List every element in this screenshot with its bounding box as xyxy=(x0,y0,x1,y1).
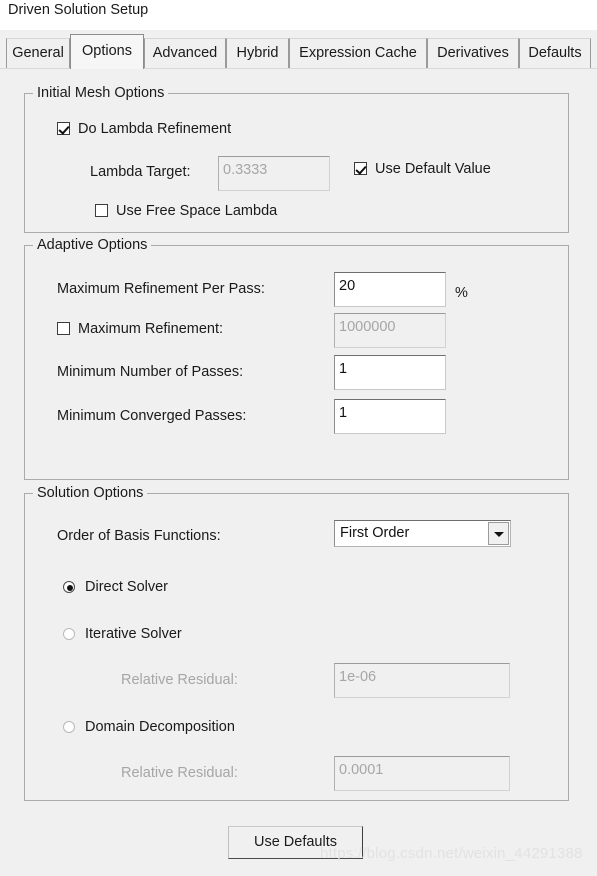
driven-solution-setup-window: Driven Solution Setup General Options Ad… xyxy=(0,0,597,876)
group-solution-options: Solution Options Order of Basis Function… xyxy=(24,485,569,801)
label-lambda-target: Lambda Target: xyxy=(90,164,191,180)
window-title-bar: Driven Solution Setup xyxy=(0,0,597,30)
checkbox-maximum-refinement-label: Maximum Refinement: xyxy=(78,321,224,337)
label-minimum-converged-passes: Minimum Converged Passes: xyxy=(57,408,247,424)
input-minimum-converged-passes[interactable]: 1 xyxy=(334,399,446,434)
use-defaults-button-label: Use Defaults xyxy=(253,834,337,850)
radio-direct-solver-label: Direct Solver xyxy=(85,579,168,595)
label-maximum-refinement-per-pass: Maximum Refinement Per Pass: xyxy=(57,281,265,297)
tab-derivatives[interactable]: Derivatives xyxy=(427,38,519,68)
checkbox-use-free-space-lambda-label: Use Free Space Lambda xyxy=(116,203,278,219)
group-solution-options-title: Solution Options xyxy=(33,485,148,501)
tab-advanced[interactable]: Advanced xyxy=(144,38,226,68)
page-title: Driven Solution Setup xyxy=(8,2,149,18)
tab-strip: General Options Advanced Hybrid Expressi… xyxy=(0,30,597,69)
checkbox-maximum-refinement-box[interactable] xyxy=(57,322,70,335)
label-domain-relative-residual: Relative Residual: xyxy=(121,765,238,781)
group-initial-mesh-options: Initial Mesh Options Do Lambda Refinemen… xyxy=(24,85,569,233)
tab-general[interactable]: General xyxy=(6,38,70,68)
group-initial-mesh-options-title: Initial Mesh Options xyxy=(33,85,169,101)
options-panel: Initial Mesh Options Do Lambda Refinemen… xyxy=(0,69,597,876)
tab-hybrid[interactable]: Hybrid xyxy=(226,38,289,68)
tab-defaults-label: Defaults xyxy=(528,45,582,61)
dropdown-order-of-basis-functions[interactable]: First Order xyxy=(334,520,511,547)
checkbox-use-default-value-box[interactable] xyxy=(354,162,367,175)
tab-general-label: General xyxy=(12,45,64,61)
checkbox-use-default-value-label: Use Default Value xyxy=(375,161,491,177)
group-adaptive-options-title: Adaptive Options xyxy=(33,237,152,253)
label-minimum-number-of-passes: Minimum Number of Passes: xyxy=(57,364,244,380)
tab-options[interactable]: Options xyxy=(70,34,144,69)
checkbox-use-free-space-lambda-box[interactable] xyxy=(95,204,108,217)
use-defaults-button[interactable]: Use Defaults xyxy=(228,826,363,859)
radio-iterative-solver-circle[interactable] xyxy=(63,628,75,640)
tab-options-label: Options xyxy=(82,43,132,59)
input-domain-relative-residual[interactable]: 0.0001 xyxy=(334,756,510,791)
tab-derivatives-label: Derivatives xyxy=(437,45,509,61)
checkbox-do-lambda-refinement-box[interactable] xyxy=(57,122,70,135)
tab-hybrid-label: Hybrid xyxy=(236,45,279,61)
label-order-of-basis-functions: Order of Basis Functions: xyxy=(57,528,221,544)
tab-advanced-label: Advanced xyxy=(152,45,218,61)
chevron-down-icon[interactable] xyxy=(488,522,509,545)
label-percent-unit: % xyxy=(455,285,468,301)
input-iterative-relative-residual[interactable]: 1e-06 xyxy=(334,663,510,698)
input-maximum-refinement-per-pass[interactable]: 20 xyxy=(334,272,446,307)
tab-expression-cache-label: Expression Cache xyxy=(299,45,417,61)
radio-domain-decomposition-label: Domain Decomposition xyxy=(85,719,235,735)
group-adaptive-options: Adaptive Options Maximum Refinement Per … xyxy=(24,237,569,480)
label-iterative-relative-residual: Relative Residual: xyxy=(121,672,238,688)
radio-iterative-solver-label: Iterative Solver xyxy=(85,626,182,642)
radio-direct-solver-circle[interactable] xyxy=(63,581,75,593)
input-minimum-number-of-passes[interactable]: 1 xyxy=(334,355,446,390)
input-maximum-refinement[interactable]: 1000000 xyxy=(334,313,446,348)
radio-domain-decomposition-circle[interactable] xyxy=(63,721,75,733)
tab-expression-cache[interactable]: Expression Cache xyxy=(289,38,427,68)
tab-defaults[interactable]: Defaults xyxy=(519,38,591,68)
checkbox-do-lambda-refinement-label: Do Lambda Refinement xyxy=(78,121,232,137)
input-lambda-target[interactable]: 0.3333 xyxy=(218,156,330,191)
dropdown-order-of-basis-functions-value: First Order xyxy=(340,525,410,541)
